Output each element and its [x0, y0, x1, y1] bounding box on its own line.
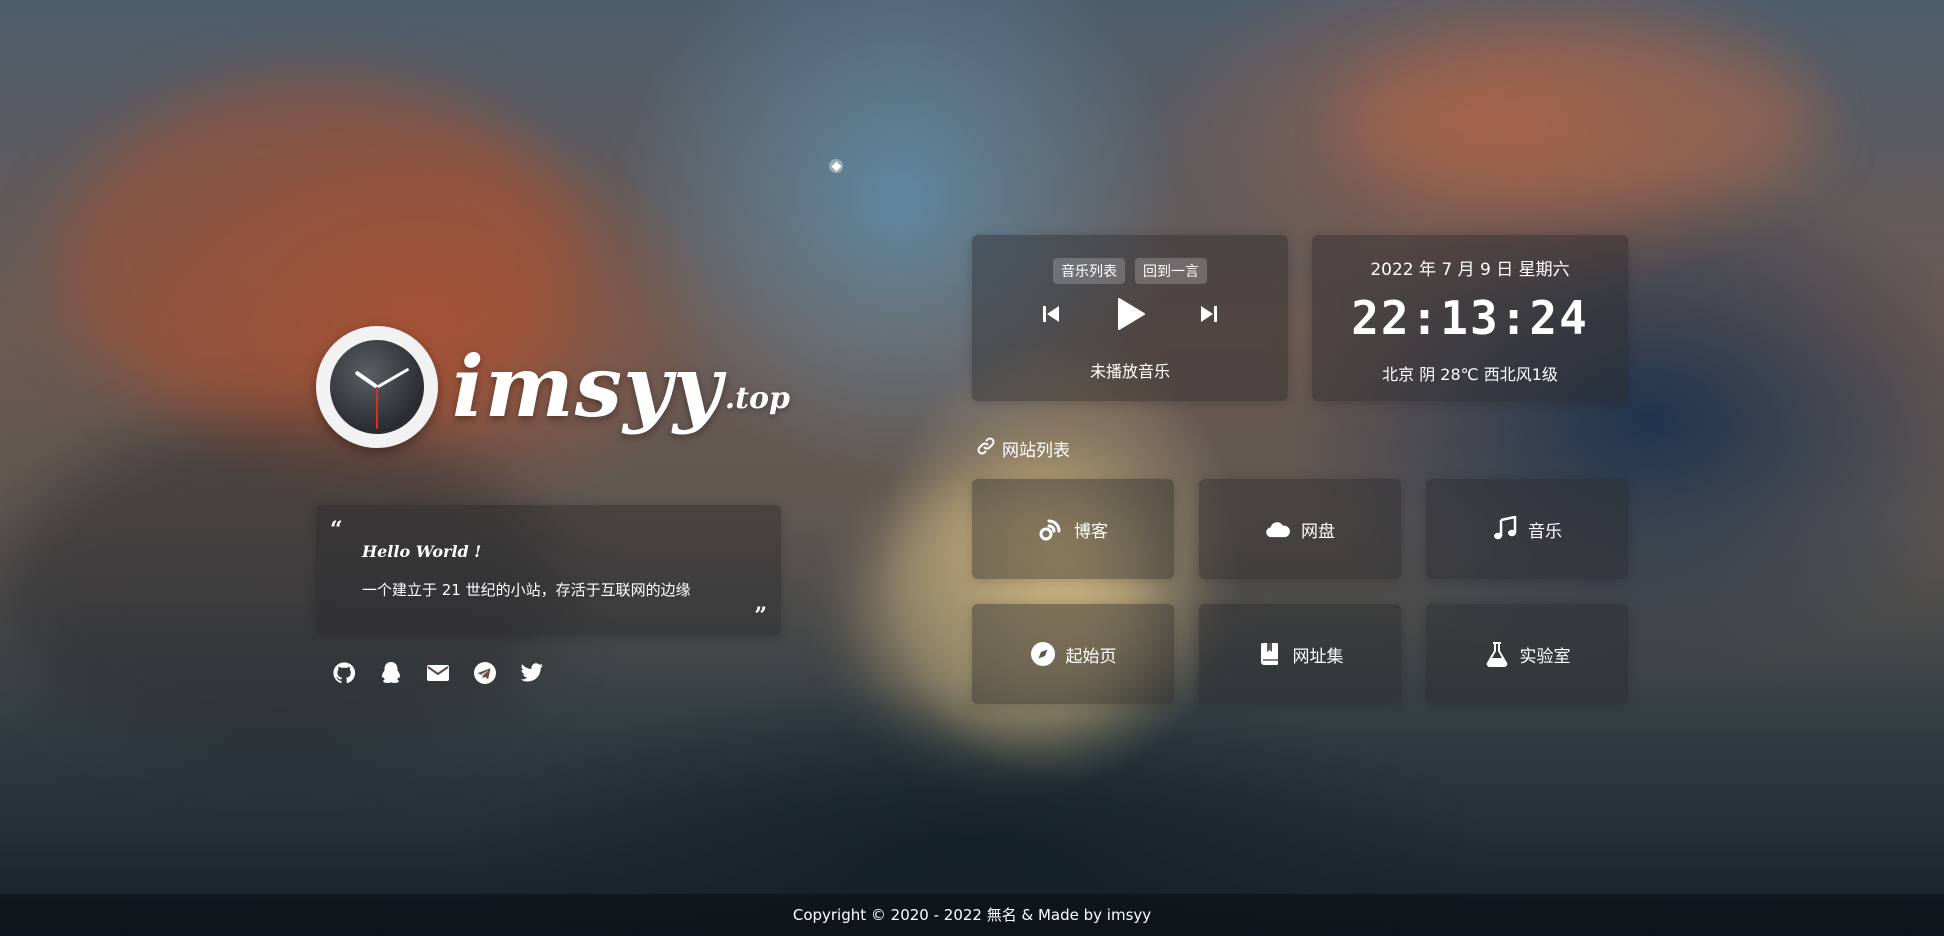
flask-icon	[1484, 641, 1510, 667]
weather-text: 北京 阴 28℃ 西北风1级	[1382, 365, 1558, 384]
clock-weather-card: 2022 年 7 月 9 日 星期六 22:13:24 北京 阴 28℃ 西北风…	[1312, 235, 1628, 401]
minute-hand	[376, 367, 409, 389]
music-tags: 音乐列表 回到一言	[972, 258, 1288, 284]
music-status: 未播放音乐	[1089, 362, 1170, 381]
music-note-icon	[1492, 516, 1518, 542]
time-text: 22:13:24	[1351, 291, 1589, 345]
site-list-heading: 网站列表	[976, 436, 1070, 461]
site-tile-label: 博客	[1074, 521, 1108, 542]
music-list-button[interactable]: 音乐列表	[1053, 258, 1125, 284]
diamond-marker-icon	[829, 159, 843, 173]
twitter-icon[interactable]	[519, 660, 545, 686]
quote-title: Hello World !	[362, 542, 482, 561]
footer: Copyright © 2020 - 2022 無名 & Made by ims…	[0, 894, 1944, 936]
site-tile-label: 起始页	[1065, 646, 1117, 667]
hour-hand	[354, 370, 379, 389]
cloud-icon	[1265, 516, 1291, 542]
music-player-card: 音乐列表 回到一言 未播放音乐	[972, 235, 1288, 401]
site-tile-music[interactable]: 音乐	[1426, 479, 1628, 579]
site-tile-bookmarks[interactable]: 网址集	[1199, 604, 1401, 704]
copyright-text[interactable]: Copyright © 2020 - 2022 無名 & Made by ims…	[793, 906, 1151, 924]
open-quote-icon: “	[330, 517, 343, 543]
page-background: imsyy .top “ Hello World ! 一个建立于 21 世纪的小…	[0, 0, 1944, 936]
play-icon[interactable]	[1114, 297, 1146, 335]
back-to-quote-button[interactable]: 回到一言	[1135, 258, 1207, 284]
site-tile-label: 网盘	[1301, 521, 1335, 542]
music-controls	[972, 297, 1288, 335]
logo-suffix: .top	[724, 380, 790, 416]
close-quote-icon: ”	[754, 603, 767, 629]
qq-icon[interactable]	[378, 660, 404, 686]
cloud-decoration	[1340, 30, 1820, 210]
link-icon	[976, 436, 996, 461]
previous-icon[interactable]	[1040, 303, 1062, 329]
quote-box[interactable]: “ Hello World ! 一个建立于 21 世纪的小站，存活于互联网的边缘…	[316, 505, 781, 635]
compass-icon	[1030, 641, 1056, 667]
site-tile-blog[interactable]: 博客	[972, 479, 1174, 579]
blog-icon	[1038, 516, 1064, 542]
mail-icon[interactable]	[425, 660, 451, 686]
date-text: 2022 年 7 月 9 日 星期六	[1370, 260, 1570, 280]
site-tile-cloud-drive[interactable]: 网盘	[1199, 479, 1401, 579]
social-links	[331, 660, 545, 686]
clock-logo-icon	[316, 326, 438, 448]
site-tile-lab[interactable]: 实验室	[1426, 604, 1628, 704]
clock-face	[330, 340, 424, 434]
site-logo[interactable]: imsyy .top	[316, 326, 790, 448]
bookmark-book-icon	[1257, 641, 1283, 667]
site-tile-label: 实验室	[1519, 646, 1571, 667]
site-tile-label: 音乐	[1528, 521, 1562, 542]
logo-name: imsyy	[452, 337, 723, 436]
site-tile-start-page[interactable]: 起始页	[972, 604, 1174, 704]
site-list-title: 网站列表	[1002, 441, 1070, 461]
second-hand	[376, 387, 378, 429]
quote-text: 一个建立于 21 世纪的小站，存活于互联网的边缘	[362, 581, 691, 599]
next-icon[interactable]	[1198, 303, 1220, 329]
telegram-icon[interactable]	[472, 660, 498, 686]
github-icon[interactable]	[331, 660, 357, 686]
site-tile-label: 网址集	[1292, 646, 1344, 667]
